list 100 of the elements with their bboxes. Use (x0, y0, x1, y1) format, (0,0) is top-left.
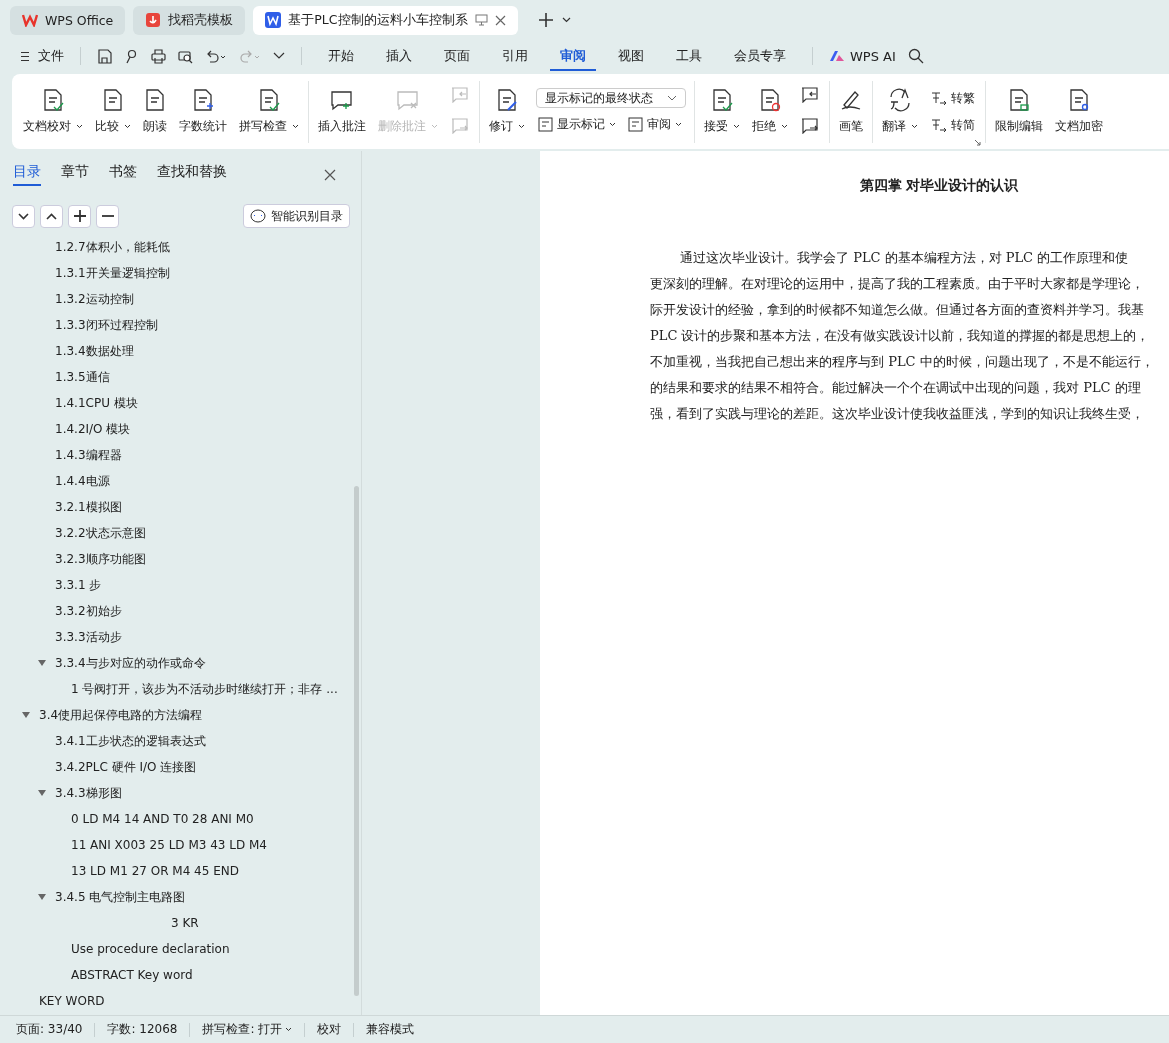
ribbon-button[interactable]: 转简 (929, 114, 977, 136)
toc-entry[interactable]: 3.4使用起保停电路的方法编程 (39, 706, 203, 724)
ribbon-tab[interactable]: 审阅 (550, 41, 596, 71)
sidebar-tab[interactable]: 查找和替换 (157, 163, 227, 186)
toc-entry[interactable]: 3.3.1 步 (55, 576, 102, 594)
toc-entry[interactable]: 13 LD M1 27 OR M4 45 END (71, 864, 239, 878)
toc-entry[interactable]: 3.3.3活动步 (55, 628, 122, 646)
scrollbar-thumb[interactable] (354, 486, 359, 996)
expand-triangle-icon[interactable] (22, 712, 30, 718)
toc-entry[interactable]: 1 号阀打开，该步为不活动步时继续打开；非存 ... (71, 680, 338, 698)
toc-entry[interactable]: 3.3.2初始步 (55, 602, 122, 620)
status-item[interactable]: 校对 (317, 1021, 342, 1038)
ribbon-button[interactable]: 字数统计 (174, 84, 232, 139)
window-tab[interactable]: 基于PLC控制的运料小车控制系 (253, 5, 518, 35)
ribbon-button[interactable]: 审阅 (626, 114, 684, 135)
demote-button[interactable] (12, 204, 35, 228)
sidebar-tab[interactable]: 目录 (13, 163, 41, 186)
toc-entry[interactable]: KEY WORD (39, 994, 105, 1008)
toc-entry[interactable]: 1.2.7体积小，能耗低 (55, 238, 170, 256)
toc-entry[interactable]: 3 KR (171, 916, 199, 930)
status-item[interactable]: 拼写检查: 打开 (202, 1021, 293, 1038)
window-tab[interactable]: WPS Office (10, 5, 126, 35)
caret-icon (124, 124, 131, 129)
ai-button[interactable]: WPS AI (829, 48, 896, 64)
toc-entry[interactable]: 3.2.1模拟图 (55, 498, 122, 516)
toc-entry[interactable]: 1.4.3编程器 (55, 446, 122, 464)
toc-entry[interactable]: 1.3.1开关量逻辑控制 (55, 264, 170, 282)
status-item[interactable]: 页面: 33/40 (16, 1021, 83, 1038)
ribbon-tab[interactable]: 插入 (376, 41, 422, 71)
dialog-launcher-icon[interactable] (974, 139, 981, 146)
template-logo-icon (145, 12, 162, 28)
expand-triangle-icon[interactable] (38, 660, 46, 666)
ribbon-button[interactable]: 修订 (484, 84, 530, 139)
caret-icon (76, 124, 83, 129)
toc-entry[interactable]: 3.3.4与步对应的动作或命令 (55, 654, 206, 672)
remove-button[interactable] (96, 204, 119, 228)
expand-triangle-icon[interactable] (38, 894, 46, 900)
ribbon-button[interactable]: 转繁 (929, 87, 977, 109)
smart-toc-button[interactable]: 智能识别目录 (243, 204, 350, 228)
ribbon-tab[interactable]: 视图 (608, 41, 654, 71)
print-icon[interactable] (151, 48, 166, 64)
chevron-down-icon[interactable] (273, 52, 285, 60)
ribbon-button[interactable]: 接受 (699, 84, 745, 139)
caret-icon (911, 124, 918, 129)
ribbon-button[interactable]: 画笔 (834, 84, 868, 139)
toc-entry[interactable]: 1.3.4数据处理 (55, 342, 134, 360)
file-menu[interactable]: 文件 (20, 47, 64, 65)
ribbon-button[interactable]: 插入批注 (313, 84, 371, 139)
document-icon (628, 117, 643, 132)
promote-button[interactable] (40, 204, 63, 228)
add-button[interactable] (68, 204, 91, 228)
ribbon-tab[interactable]: 开始 (318, 41, 364, 71)
toc-entry[interactable]: 1.3.5通信 (55, 368, 110, 386)
toc-entry[interactable]: 1.3.2运动控制 (55, 290, 134, 308)
close-icon[interactable] (324, 168, 336, 181)
ribbon-button[interactable]: 显示标记 (536, 114, 618, 135)
new-tab-icon[interactable] (537, 12, 554, 28)
ribbon-button[interactable]: 拒绝 (747, 84, 793, 139)
sidebar-tab[interactable]: 章节 (61, 163, 89, 186)
body-text-line: 不加重视，当我把自己想出来的程序与到 PLC 中的时候，问题出现了，不是不能运行， (650, 353, 1155, 371)
chevron-down-icon[interactable] (561, 17, 571, 23)
body-text-line: 通过这次毕业设计。我学会了 PLC 的基本编程方法，对 PLC 的工作原理和使 (679, 249, 1130, 267)
close-icon[interactable] (494, 14, 506, 26)
toc-entry[interactable]: 11 ANI X003 25 LD M3 43 LD M4 (71, 838, 267, 852)
toc-entry[interactable]: 3.4.5 电气控制主电路图 (55, 888, 186, 906)
toc-entry[interactable]: 1.3.3闭环过程控制 (55, 316, 158, 334)
print-preview-icon[interactable] (178, 48, 193, 64)
toc-entry[interactable]: 3.4.3梯形图 (55, 784, 122, 802)
toc-entry[interactable]: 3.2.2状态示意图 (55, 524, 146, 542)
expand-triangle-icon[interactable] (38, 790, 46, 796)
ribbon-button[interactable]: 比较 (90, 84, 136, 139)
save-icon[interactable] (97, 48, 112, 64)
document-icon (1067, 88, 1091, 112)
toc-entry[interactable]: 3.4.2PLC 硬件 I/O 连接图 (55, 758, 197, 776)
ribbon-button[interactable]: 文档加密 (1050, 84, 1108, 139)
ribbon-button[interactable]: 文档校对 (18, 84, 88, 139)
toc-entry[interactable]: 3.4.1工步状态的逻辑表达式 (55, 732, 206, 750)
ribbon-button[interactable]: 朗读 (138, 84, 172, 139)
undo-icon[interactable] (205, 48, 227, 64)
ribbon-button[interactable]: 翻译 (877, 84, 923, 139)
toc-entry[interactable]: 1.4.2I/O 模块 (55, 420, 131, 438)
search-icon[interactable] (907, 48, 924, 64)
window-tab[interactable]: 找稻壳模板 (133, 5, 246, 35)
markup-select[interactable]: 显示标记的最终状态 (536, 88, 686, 108)
status-item[interactable]: 字数: 12068 (107, 1021, 178, 1038)
toc-entry[interactable]: 3.2.3顺序功能图 (55, 550, 146, 568)
ribbon-button[interactable]: 拼写检查 (234, 84, 304, 139)
ribbon-tab[interactable]: 工具 (666, 41, 712, 71)
toc-entry[interactable]: 0 LD M4 14 AND T0 28 ANI M0 (71, 812, 254, 826)
status-item[interactable]: 兼容模式 (366, 1021, 415, 1038)
toc-entry[interactable]: 1.4.4电源 (55, 472, 110, 490)
sidebar-tab[interactable]: 书签 (109, 163, 137, 186)
ribbon-tab[interactable]: 引用 (492, 41, 538, 71)
toc-entry[interactable]: 1.4.1CPU 模块 (55, 394, 138, 412)
writer-logo-icon (265, 12, 282, 28)
ribbon-button[interactable]: 限制编辑 (990, 84, 1048, 139)
toc-entry[interactable]: Use procedure declaration (71, 942, 230, 956)
ribbon-tab[interactable]: 页面 (434, 41, 480, 71)
ribbon-tab[interactable]: 会员专享 (724, 41, 796, 71)
toc-entry[interactable]: ABSTRACT Key word (71, 968, 193, 982)
